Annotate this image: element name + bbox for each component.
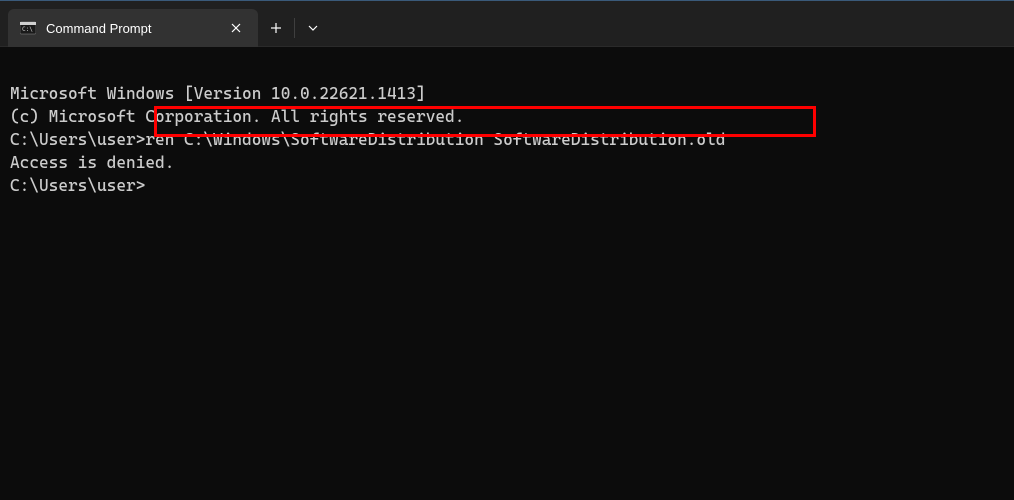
close-icon[interactable] — [226, 18, 246, 38]
prompt-prefix: C:\Users\user> — [10, 130, 145, 149]
titlebar: C:\ Command Prompt — [0, 0, 1014, 47]
svg-text:C:\: C:\ — [22, 26, 33, 33]
command-line-1: C:\Users\user>ren C:\Windows\SoftwareDis… — [10, 128, 1004, 151]
prompt-line-2: C:\Users\user> — [10, 174, 1004, 197]
tab-dropdown-button[interactable] — [295, 9, 331, 47]
tab-title: Command Prompt — [46, 21, 196, 36]
terminal-output[interactable]: Microsoft Windows [Version 10.0.22621.14… — [0, 47, 1014, 255]
version-line: Microsoft Windows [Version 10.0.22621.14… — [10, 82, 1004, 105]
response-line: Access is denied. — [10, 151, 1004, 174]
copyright-line: (c) Microsoft Corporation. All rights re… — [10, 105, 1004, 128]
command-text: ren C:\Windows\SoftwareDistribution Soft… — [145, 130, 725, 149]
cmd-icon: C:\ — [20, 20, 36, 36]
new-tab-button[interactable] — [258, 9, 294, 47]
tab-command-prompt[interactable]: C:\ Command Prompt — [8, 9, 258, 47]
